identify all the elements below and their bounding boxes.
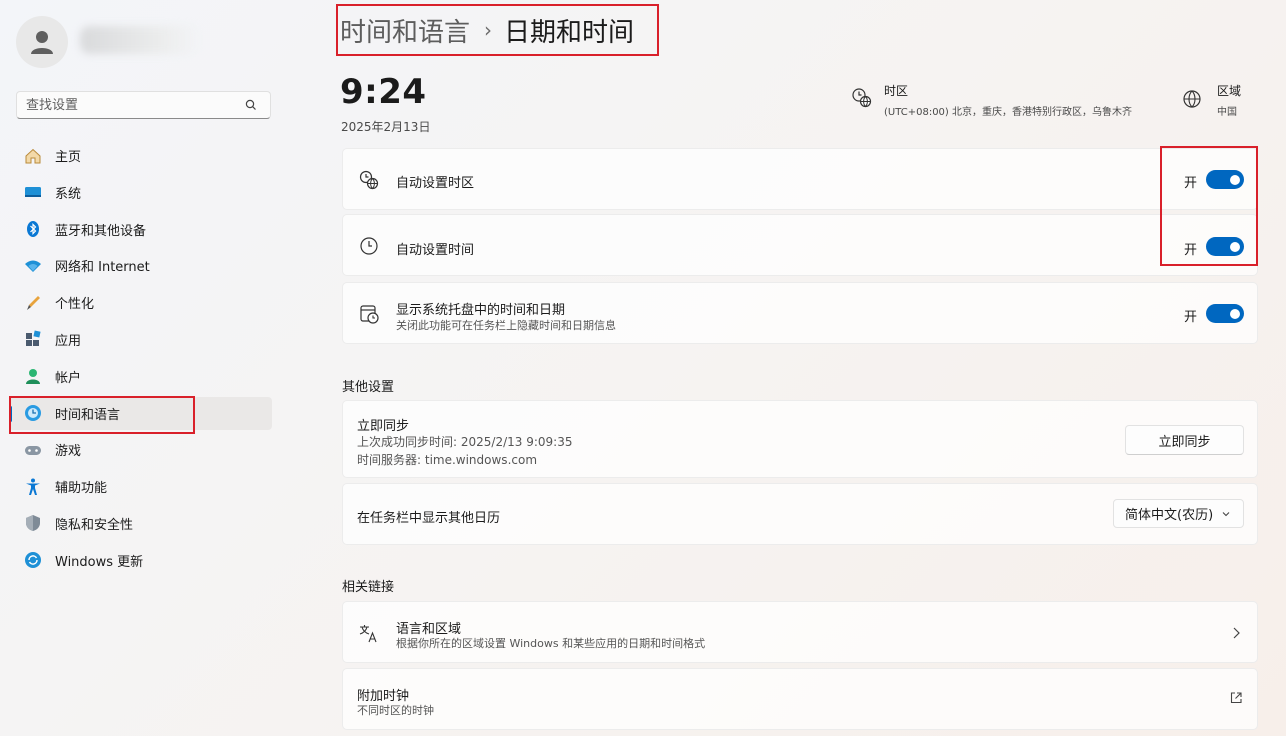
timezone-globe-clock-icon <box>852 88 872 108</box>
tray-time-state: 开 <box>1183 310 1197 325</box>
sidebar: 主页 系统 蓝牙和其他设备 网络和 Internet 个性化 <box>0 0 290 736</box>
accessibility-icon <box>23 477 43 497</box>
setting-additional-calendar: 在任务栏中显示其他日历 简体中文(农历) <box>342 483 1258 545</box>
current-date: 2025年2月13日 <box>341 120 431 134</box>
sync-title: 立即同步 <box>357 419 410 434</box>
time-server: 时间服务器: time.windows.com <box>357 453 538 467</box>
tray-time-label: 显示系统托盘中的时间和日期 <box>396 303 566 318</box>
last-sync-time: 上次成功同步时间: 2025/2/13 9:09:35 <box>357 435 573 449</box>
nav-item-gaming[interactable]: 游戏 <box>9 433 272 466</box>
nav-item-apps[interactable]: 应用 <box>9 323 272 356</box>
additional-clocks-description: 不同时区的时钟 <box>357 704 434 717</box>
additional-calendar-label: 在任务栏中显示其他日历 <box>357 511 501 526</box>
nav-item-label: 系统 <box>55 186 82 202</box>
external-link-icon <box>1230 692 1242 704</box>
highlight-box-title <box>336 4 659 56</box>
calendar-dropdown-value: 简体中文(农历) <box>1125 508 1214 523</box>
search-icon[interactable] <box>244 98 258 112</box>
timezone-value: (UTC+08:00) 北京，重庆，香港特别行政区，乌鲁木齐 <box>884 107 1133 118</box>
setting-auto-timezone: 自动设置时区 开 <box>342 148 1258 210</box>
nav-item-network[interactable]: 网络和 Internet <box>9 249 272 282</box>
link-language-region[interactable]: 语言和区域 根据你所在的区域设置 Windows 和某些应用的日期和时间格式 <box>342 601 1258 663</box>
nav-item-label: 游戏 <box>55 444 82 460</box>
nav-item-label: 应用 <box>55 333 82 349</box>
windows-update-icon <box>23 550 43 570</box>
highlight-box-nav <box>9 396 195 434</box>
tray-time-description: 关闭此功能可在任务栏上隐藏时间和日期信息 <box>396 319 616 332</box>
timezone-title: 时区 <box>884 84 909 98</box>
nav-item-label: Windows 更新 <box>55 554 144 570</box>
region-info: 区域 中国 <box>1181 82 1241 118</box>
shield-icon <box>23 513 43 533</box>
user-icon <box>31 31 53 54</box>
auto-timezone-label: 自动设置时区 <box>396 176 475 191</box>
globe-icon <box>1183 90 1201 108</box>
nav-item-personalization[interactable]: 个性化 <box>9 286 272 319</box>
chevron-down-icon <box>1222 512 1230 517</box>
timezone-globe-clock-icon <box>359 170 379 190</box>
nav-item-home[interactable]: 主页 <box>9 139 272 172</box>
language-region-description: 根据你所在的区域设置 Windows 和某些应用的日期和时间格式 <box>396 637 706 650</box>
account-icon <box>23 366 43 386</box>
clock-icon <box>360 237 378 255</box>
nav-item-system[interactable]: 系统 <box>9 176 272 209</box>
setting-sync-now: 立即同步 上次成功同步时间: 2025/2/13 9:09:35 时间服务器: … <box>342 400 1258 478</box>
section-related-links: 相关链接 <box>342 580 395 595</box>
nav-item-label: 隐私和安全性 <box>55 517 134 533</box>
chevron-right-icon <box>1233 627 1240 639</box>
nav-item-label: 主页 <box>55 150 82 165</box>
timezone-info: 时区 (UTC+08:00) 北京，重庆，香港特别行政区，乌鲁木齐 <box>850 82 1132 118</box>
gamepad-icon <box>23 440 43 460</box>
home-icon <box>23 146 43 166</box>
search-input[interactable] <box>17 97 242 113</box>
section-other-settings: 其他设置 <box>342 380 395 395</box>
calendar-dropdown[interactable]: 简体中文(农历) <box>1113 499 1244 528</box>
link-additional-clocks[interactable]: 附加时钟 不同时区的时钟 <box>342 668 1258 730</box>
avatar[interactable] <box>16 16 68 68</box>
brush-icon <box>23 293 43 313</box>
tray-time-toggle[interactable] <box>1206 304 1244 323</box>
nav-item-accounts[interactable]: 帐户 <box>9 360 272 393</box>
nav-item-label: 帐户 <box>55 370 82 386</box>
nav-item-label: 个性化 <box>55 297 95 313</box>
region-value: 中国 <box>1217 107 1237 118</box>
search-box[interactable] <box>16 91 271 119</box>
nav-list: 主页 系统 蓝牙和其他设备 网络和 Internet 个性化 应用 帐户 时间和… <box>9 139 272 581</box>
calendar-clock-icon <box>360 305 379 324</box>
current-time: 9:24 <box>340 72 427 112</box>
setting-show-tray-time: 显示系统托盘中的时间和日期 关闭此功能可在任务栏上隐藏时间和日期信息 开 <box>342 282 1258 344</box>
language-icon <box>359 625 377 643</box>
nav-item-accessibility[interactable]: 辅助功能 <box>9 470 272 503</box>
nav-item-bluetooth[interactable]: 蓝牙和其他设备 <box>9 213 272 246</box>
setting-auto-time: 自动设置时间 开 <box>342 214 1258 276</box>
nav-item-windows-update[interactable]: Windows 更新 <box>9 544 272 577</box>
highlight-box-toggles <box>1160 146 1258 266</box>
auto-time-label: 自动设置时间 <box>396 243 475 258</box>
region-title: 区域 <box>1217 84 1242 98</box>
wifi-icon <box>23 256 43 276</box>
nav-item-label: 蓝牙和其他设备 <box>55 223 147 239</box>
username-redacted <box>80 26 200 54</box>
system-display-icon <box>23 182 43 202</box>
bluetooth-icon <box>23 219 43 239</box>
nav-item-privacy[interactable]: 隐私和安全性 <box>9 507 272 540</box>
apps-icon <box>23 329 43 349</box>
nav-item-label: 网络和 Internet <box>55 260 150 276</box>
nav-item-label: 辅助功能 <box>55 481 108 497</box>
sync-now-button[interactable]: 立即同步 <box>1125 425 1244 455</box>
